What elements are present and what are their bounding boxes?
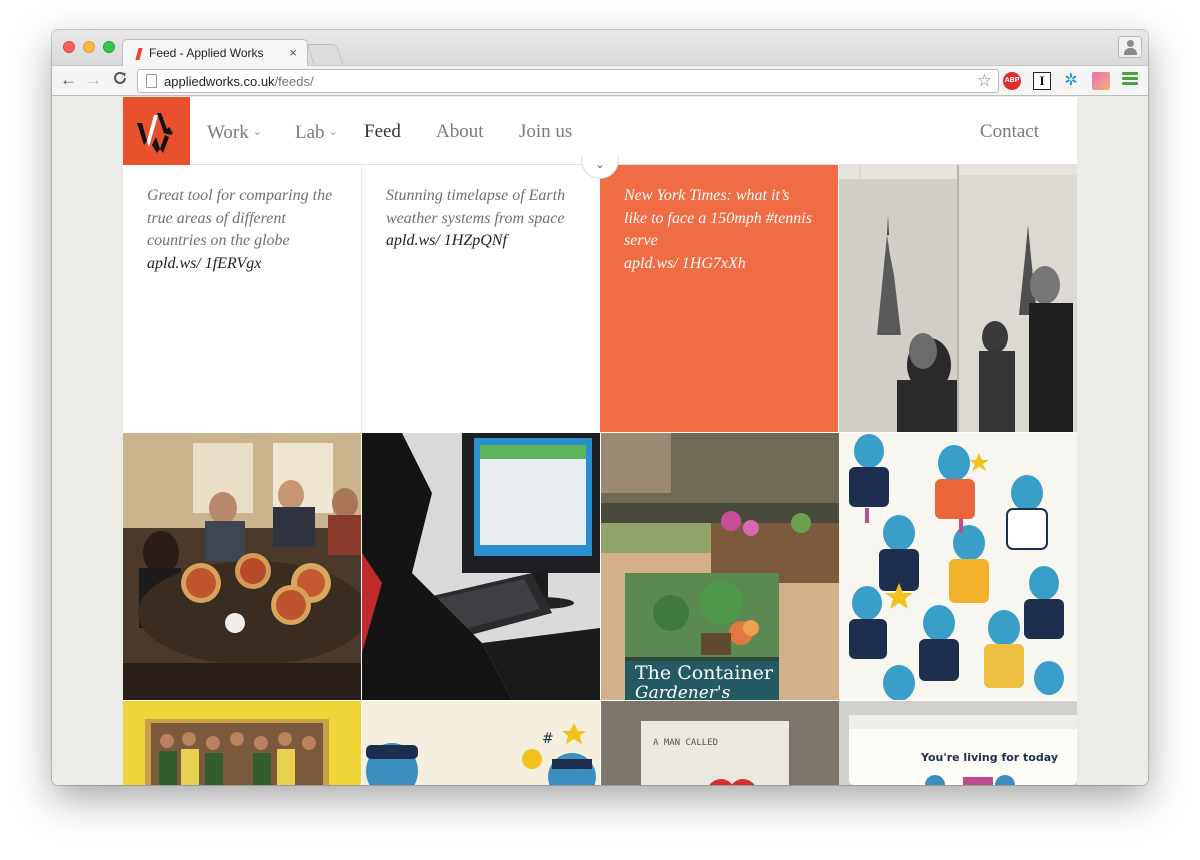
photo-image (839, 165, 1077, 432)
tweet-link[interactable]: apld.ws/ 1HZpQNf (386, 230, 578, 253)
tweet-text: Stunning timelapse of Earth weather syst… (386, 187, 566, 227)
photo-image (123, 701, 361, 785)
svg-text:#: # (542, 731, 554, 747)
new-tab-button[interactable] (306, 44, 344, 64)
nav-work[interactable]: Work ⌄ (207, 120, 262, 145)
site-header: Work ⌄ Lab ⌄ Feed About Join us Contact (123, 97, 1077, 165)
book-cover-title: The Container (635, 662, 774, 684)
forward-button[interactable]: → (85, 70, 102, 90)
reload-button[interactable] (112, 70, 128, 91)
feed-photo-container-gardener-book[interactable]: The Container Gardener's (601, 433, 839, 700)
feed-photo-crowd-frame[interactable] (123, 701, 361, 785)
chevron-down-icon: ⌄ (595, 159, 605, 171)
favicon-icon (135, 48, 143, 60)
photo-image: A MAN CALLED (601, 701, 839, 785)
tweet-link[interactable]: apld.ws/ 1fERVgx (147, 253, 339, 276)
reload-icon (114, 71, 126, 84)
instapaper-extension-icon[interactable]: I (1033, 72, 1051, 90)
page-icon (146, 74, 157, 88)
feed-illustration-characters[interactable] (839, 433, 1077, 700)
nav-lab[interactable]: Lab ⌄ (295, 120, 338, 145)
chevron-down-icon: ⌄ (252, 126, 262, 138)
address-bar[interactable]: appliedworks.co.uk/feeds/ ☆ (137, 69, 999, 93)
applied-works-logo[interactable] (123, 97, 190, 165)
browser-tab[interactable]: Feed - Applied Works × (122, 39, 308, 67)
minimize-window-button[interactable] (83, 41, 95, 53)
screenshot-image: You're living for today (839, 701, 1077, 785)
book-cover-subtitle: Gardener's (635, 683, 731, 700)
feed-photo-computer-keyboard[interactable] (362, 433, 600, 700)
tab-strip: Feed - Applied Works × (52, 30, 1148, 67)
logo-mark-icon (137, 113, 173, 153)
profile-icon[interactable] (1118, 36, 1142, 58)
close-window-button[interactable] (63, 41, 75, 53)
photo-image (123, 433, 361, 700)
maximize-window-button[interactable] (103, 41, 115, 53)
nav-join-us[interactable]: Join us (519, 120, 572, 144)
feed-tweet-tile-highlighted[interactable]: New York Times: what it’s like to face a… (600, 165, 838, 432)
browser-window: Feed - Applied Works × ← → appliedworks.… (52, 30, 1148, 785)
feed-photo-empire-state-book[interactable] (839, 165, 1077, 432)
tweet-text: Great tool for comparing the true areas … (147, 187, 333, 249)
photo-image: The Container Gardener's (601, 433, 839, 700)
nav-about[interactable]: About (436, 120, 484, 144)
tab-close-icon[interactable]: × (289, 45, 297, 60)
adblock-extension-icon[interactable]: ABP (1003, 72, 1021, 90)
tweet-text: New York Times: what it’s like to face a… (624, 187, 812, 249)
url-text[interactable]: appliedworks.co.uk/feeds/ (164, 74, 314, 89)
tab-title: Feed - Applied Works (149, 46, 264, 60)
illustration-image: # (362, 701, 600, 785)
feed-illustration-faces[interactable]: # (362, 701, 600, 785)
app-screenshot-text: You're living for today (920, 751, 1058, 764)
chevron-down-icon: ⌄ (328, 126, 338, 138)
browser-toolbar: ← → appliedworks.co.uk/feeds/ ☆ ABP I ✲ (52, 66, 1148, 96)
feed-photo-novel-cover[interactable]: A MAN CALLED (601, 701, 839, 785)
back-button[interactable]: ← (60, 70, 77, 90)
site-container: Work ⌄ Lab ⌄ Feed About Join us Contact ⌄ … (123, 97, 1077, 785)
network-extension-icon[interactable]: ✲ (1062, 72, 1080, 90)
feed-tweet-tile[interactable]: Great tool for comparing the true areas … (123, 165, 361, 432)
nav-contact[interactable]: Contact (980, 120, 1039, 144)
feed-photo-pizza-team[interactable] (123, 433, 361, 700)
illustration-image (839, 433, 1077, 700)
nav-feed[interactable]: Feed (364, 120, 401, 144)
tweet-link[interactable]: apld.ws/ 1HG7xXh (624, 253, 816, 276)
novel-cover-title: A MAN CALLED (653, 738, 718, 748)
feed-screenshot-app[interactable]: You're living for today (839, 701, 1077, 785)
window-controls (63, 41, 115, 53)
color-extension-icon[interactable] (1092, 72, 1110, 90)
chrome-menu-icon[interactable] (1122, 72, 1138, 90)
feed-tweet-tile[interactable]: Stunning timelapse of Earth weather syst… (362, 165, 600, 432)
bookmark-star-icon[interactable]: ☆ (977, 71, 992, 91)
page-viewport: Work ⌄ Lab ⌄ Feed About Join us Contact ⌄ … (52, 97, 1148, 785)
photo-image (362, 433, 600, 700)
